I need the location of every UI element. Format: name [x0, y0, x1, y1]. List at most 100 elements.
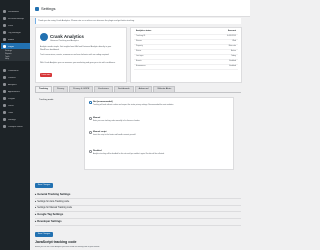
menu-icon: [3, 10, 6, 13]
menu-icon: [3, 90, 6, 93]
sidebar-item[interactable]: Media: [1, 36, 30, 43]
option-title: Not (recommended): [93, 101, 113, 103]
accordion-section[interactable]: ▸Developer Settings: [35, 219, 241, 226]
sidebar-item-label: Media: [8, 38, 14, 41]
submenu-item[interactable]: Reports: [5, 53, 12, 55]
tracking-panel: Tracking mode Not (recommended) Tracking …: [35, 92, 241, 181]
brand-name: Crank Analytics: [50, 34, 84, 39]
stats-key: Last sync: [136, 55, 144, 57]
stats-value: Active: [231, 50, 236, 52]
stats-row: Ecommerce Enabled: [134, 65, 238, 70]
sidebar-item-label: Analytics: [8, 83, 17, 86]
option-title: Manual: [93, 117, 101, 119]
menu-icon: [3, 76, 6, 79]
sidebar-item[interactable]: Collapse menu: [1, 123, 30, 130]
tracking-mode-label: Tracking mode: [39, 99, 54, 101]
sidebar-item-label: Pages: [8, 45, 15, 48]
option-desc: Insert the script in the footer and hand…: [93, 134, 136, 136]
settings-icon: [35, 6, 39, 11]
sidebar-item-label: Tools: [8, 111, 14, 114]
stats-key: Status: [136, 50, 142, 52]
brand-desc: Analytics made simple. Get insights from…: [40, 46, 112, 51]
stats-value: Web: [232, 40, 236, 42]
submenu-item[interactable]: Settings: [5, 50, 12, 52]
stats-key: Tracking ID: [136, 35, 146, 37]
sidebar-item[interactable]: Tools: [1, 109, 30, 116]
stats-value: Main site: [228, 45, 236, 47]
radio-button[interactable]: [89, 150, 92, 153]
js-tracking-title: JavaScript tracking code: [35, 240, 77, 244]
sidebar-item-label: Comments: [8, 69, 19, 72]
learn-more-button[interactable]: Learn more: [40, 73, 52, 77]
js-tracking-desc: Before you can use Crank Analytics you h…: [35, 246, 100, 248]
submenu-item[interactable]: Help: [5, 58, 9, 60]
sidebar-item[interactable]: Dashboard: [1, 8, 30, 15]
sidebar-item[interactable]: Plugins: [1, 95, 30, 102]
stats-value: G-XXXXXX: [226, 35, 236, 37]
sidebar-item-label: Contact: [8, 76, 16, 79]
accordion-section[interactable]: ▸General Tracking Settings: [35, 192, 241, 199]
menu-icon: [3, 104, 6, 107]
page-title-text: Settings: [41, 6, 56, 11]
stats-value: Enabled: [229, 60, 236, 62]
menu-icon: [3, 45, 6, 48]
page-title: Settings: [35, 6, 55, 11]
sidebar-item-label: Tag Manager: [8, 31, 21, 34]
stats-heading: Account: [228, 30, 236, 32]
sidebar-item-label: Settings: [8, 118, 16, 121]
stats-key: Property: [136, 45, 143, 47]
sidebar-item[interactable]: WPvivid Backup: [1, 15, 30, 22]
brand-desc: Track conversions, events, ecommerce and…: [40, 54, 110, 56]
option-title: Manual script: [93, 131, 107, 133]
stats-heading: Analytics status: [136, 30, 152, 32]
brand-logo-icon: [40, 33, 48, 41]
sidebar-item[interactable]: Analytics: [1, 81, 30, 88]
sidebar-item[interactable]: Comments: [1, 67, 30, 74]
sidebar-item-label: Users: [8, 104, 14, 107]
stats-value: Enabled: [229, 65, 236, 67]
option-desc: Analytics tracking will be disabled for …: [93, 153, 165, 155]
menu-icon: [3, 125, 6, 128]
menu-icon: [3, 97, 6, 100]
radio-button[interactable]: [89, 117, 92, 120]
accordion-label: Google Tag Settings: [37, 213, 64, 216]
stats-key: Ecommerce: [136, 65, 146, 67]
stats-value: Today: [231, 55, 236, 57]
menu-icon: [3, 83, 6, 86]
sidebar-item-label: Appearance: [8, 90, 20, 93]
sidebar-item[interactable]: Appearance: [1, 88, 30, 95]
sidebar-item-label: Collapse menu: [8, 125, 23, 128]
brand-card: Crank Analytics Universal Tracking and A…: [35, 27, 127, 83]
brand-desc: With Crank Analytics you can measure you…: [40, 62, 116, 64]
tracking-mode-options: Not (recommended) Tracking will work with…: [84, 97, 234, 170]
save-changes-button[interactable]: Save Changes: [35, 232, 53, 237]
accordion-label: General Tracking Settings: [37, 193, 71, 196]
menu-icon: [3, 38, 6, 41]
accordion-label: Settings for Manual Tracking code: [37, 207, 72, 209]
option-desc: Enter your own tracking code manually in…: [93, 120, 140, 122]
accordion-label: Developer Settings: [37, 220, 62, 223]
top-header: [30, 0, 250, 17]
sidebar-item[interactable]: Contact: [1, 74, 30, 81]
menu-icon: [3, 118, 6, 121]
radio-button[interactable]: [89, 131, 92, 134]
menu-icon: [3, 24, 6, 27]
sidebar-item-label: Dashboard: [8, 10, 19, 13]
menu-icon: [3, 31, 6, 34]
accordion-section[interactable]: ▸Google Tag Settings: [35, 212, 241, 219]
stats-card: Analytics status Account Tracking ID G-XX…: [130, 27, 242, 83]
menu-icon: [3, 111, 6, 114]
sidebar-item-label: Posts: [8, 24, 14, 27]
accordion-label: Settings for Auto-Tracking code: [37, 201, 70, 203]
sidebar-item[interactable]: Settings: [1, 116, 30, 123]
option-title: Disabled: [93, 150, 102, 152]
brand-tagline: Universal Tracking and Analytics: [50, 40, 79, 42]
save-changes-button[interactable]: Save Changes: [35, 183, 53, 188]
sidebar-item[interactable]: Posts: [1, 22, 30, 29]
radio-button[interactable]: [89, 101, 92, 104]
sidebar-item[interactable]: Tag Manager: [1, 29, 30, 36]
sidebar-item[interactable]: Users: [1, 102, 30, 109]
accordion-section[interactable]: ▸Settings for Manual Tracking code: [35, 205, 241, 212]
submenu-item[interactable]: Tools: [5, 56, 9, 58]
notice-banner: Thank you for using Crank Analytics. Ple…: [35, 18, 241, 24]
